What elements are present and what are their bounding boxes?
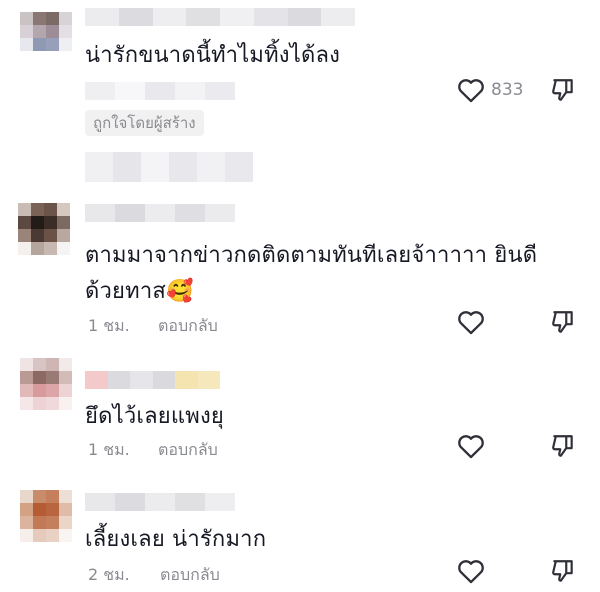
- reply-button[interactable]: ตอบกลับ: [160, 563, 220, 588]
- heart-outline-icon[interactable]: [457, 558, 485, 584]
- avatar[interactable]: [18, 203, 70, 255]
- avatar[interactable]: [20, 358, 72, 410]
- avatar[interactable]: [20, 12, 72, 51]
- translation-blurred: [85, 82, 235, 100]
- comment-text: ตามมาจากข่าวกดติดตามทันทีเลยจ้าาาาา ยินด…: [85, 243, 538, 268]
- thumbs-down-icon[interactable]: [550, 77, 576, 103]
- reply-button[interactable]: ตอบกลับ: [158, 314, 218, 339]
- comment-text-continued: ด้วยทาส🥰: [85, 279, 194, 304]
- heart-outline-icon[interactable]: [457, 77, 485, 103]
- reply-preview-blurred: [85, 152, 253, 182]
- username-blurred[interactable]: [85, 204, 235, 222]
- heart-outline-icon[interactable]: [457, 433, 485, 459]
- comment-time: 1 ชม.: [88, 440, 130, 459]
- comment-time: 2 ชม.: [88, 565, 130, 584]
- thumbs-down-icon[interactable]: [550, 309, 576, 335]
- thumbs-down-icon[interactable]: [550, 433, 576, 459]
- comment-text: เลี้ยงเลย น่ารักมาก: [85, 527, 267, 552]
- reply-button[interactable]: ตอบกลับ: [158, 438, 218, 463]
- avatar[interactable]: [20, 490, 72, 542]
- username-blurred[interactable]: [85, 8, 355, 26]
- comment-time: 1 ชม.: [88, 316, 130, 335]
- like-count: 833: [491, 80, 524, 100]
- liked-by-creator-badge: ถูกใจโดยผู้สร้าง: [85, 110, 204, 136]
- heart-outline-icon[interactable]: [457, 309, 485, 335]
- comment-text: ยึดไว้เลยแพงยุ: [85, 404, 225, 429]
- username-blurred[interactable]: [85, 371, 220, 389]
- smiling-face-with-hearts-emoji: 🥰: [166, 279, 194, 304]
- thumbs-down-icon[interactable]: [550, 558, 576, 584]
- comment-text: น่ารักขนาดนี้ทำไมทิ้งได้ลง: [85, 43, 341, 68]
- username-blurred[interactable]: [85, 493, 235, 511]
